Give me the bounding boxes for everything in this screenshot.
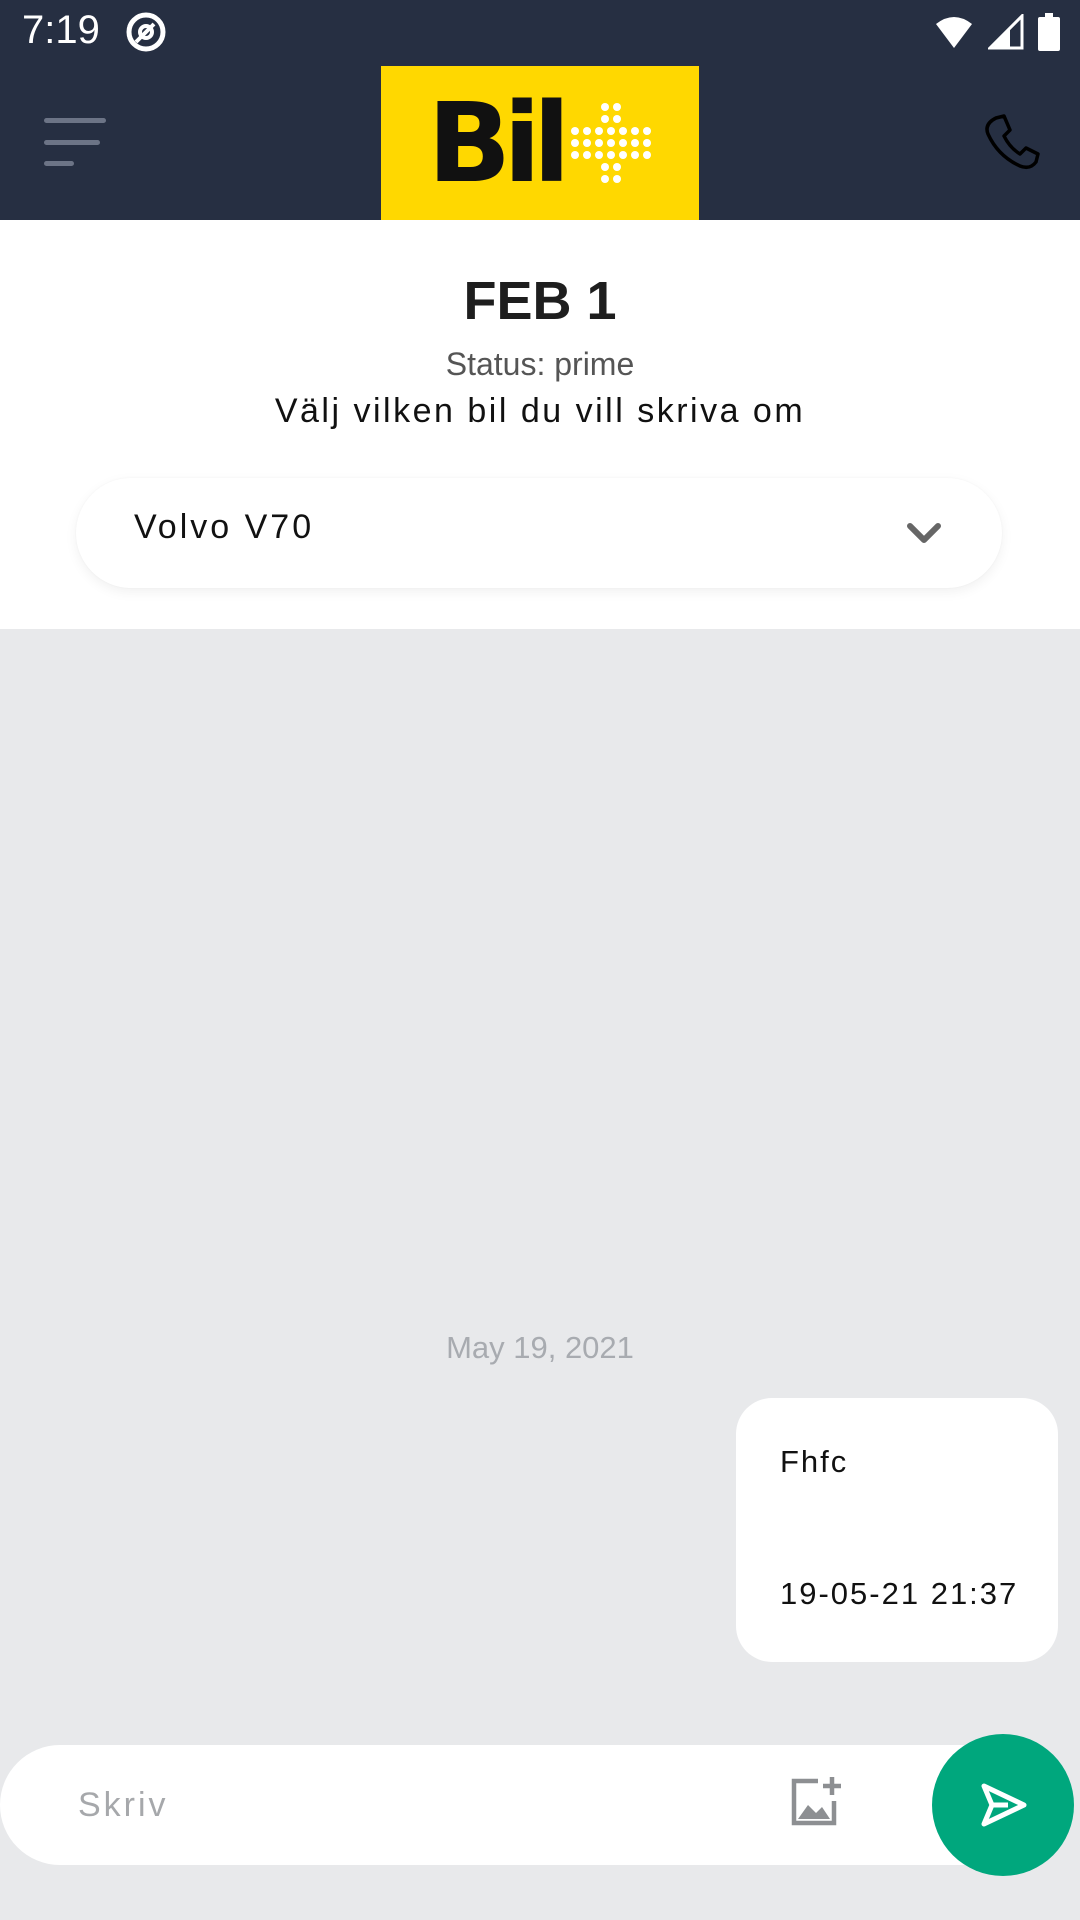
car-select-value: Volvo V70 bbox=[134, 508, 315, 546]
status-text: Status: prime bbox=[445, 346, 635, 382]
wifi-icon bbox=[936, 17, 972, 48]
at-sign-icon bbox=[126, 12, 166, 52]
info-panel: FEB 1 Status: prime Välj vilken bil du v… bbox=[0, 220, 1080, 629]
plus-dots-logo bbox=[570, 103, 651, 183]
send-button[interactable] bbox=[932, 1734, 1074, 1876]
choose-car-prompt: Välj vilken bil du vill skriva om bbox=[274, 392, 806, 430]
message-timestamp: 19-05-21 21:37 bbox=[780, 1576, 1019, 1611]
chat-date-separator: May 19, 2021 bbox=[446, 1330, 634, 1365]
message-input[interactable] bbox=[78, 1775, 698, 1835]
bil-logo: Bil bbox=[381, 66, 699, 220]
status-bar-time: 7:19 bbox=[22, 8, 100, 52]
add-image-icon[interactable] bbox=[788, 1775, 842, 1829]
message-composer bbox=[0, 1745, 1020, 1865]
signal-icon bbox=[988, 14, 1024, 50]
logo-wordmark: Bil bbox=[427, 79, 570, 207]
app-header: 7:19 Bil bbox=[0, 0, 1080, 220]
message-text: Fhfc bbox=[780, 1444, 849, 1479]
battery-icon bbox=[1038, 13, 1060, 51]
menu-button[interactable] bbox=[44, 118, 106, 166]
status-bar-icons bbox=[934, 12, 1060, 52]
car-select-dropdown[interactable]: Volvo V70 bbox=[76, 478, 1002, 588]
chevron-down-icon bbox=[907, 523, 941, 543]
menu-icon bbox=[44, 118, 106, 123]
message-bubble[interactable]: Fhfc 19-05-21 21:37 bbox=[736, 1398, 1058, 1662]
page-title: FEB 1 bbox=[463, 271, 617, 331]
send-icon bbox=[981, 1783, 1027, 1827]
phone-icon[interactable] bbox=[982, 112, 1042, 172]
